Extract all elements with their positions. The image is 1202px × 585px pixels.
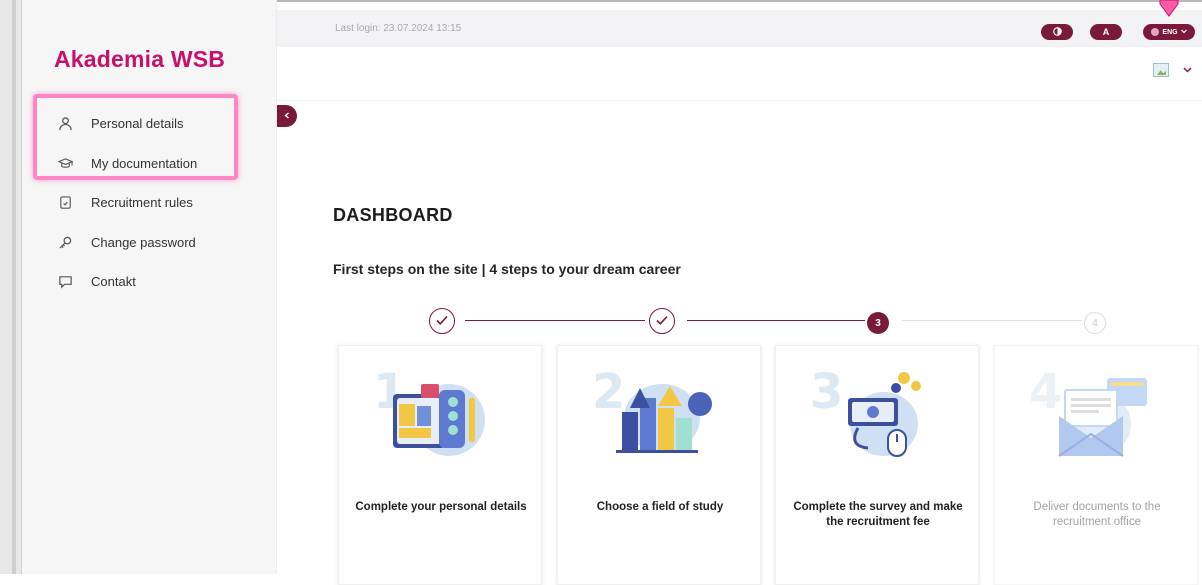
sidebar-item-label: Change password (91, 234, 196, 250)
contrast-icon (1052, 26, 1062, 38)
sidebar-item-recruitment-rules[interactable]: Recruitment rules (22, 183, 277, 223)
chevron-down-icon (1180, 29, 1187, 36)
top-bar: Last login: 23.07.2024 13:15 A ENG (277, 10, 1202, 47)
steps-heading: First steps on the site | 4 steps to you… (333, 261, 681, 277)
font-size-button[interactable]: A (1090, 24, 1122, 40)
chat-bubble-icon (54, 274, 76, 290)
step-1-indicator (429, 308, 455, 334)
step-card-deliver-documents[interactable]: 4 Deliver documents to the recruitment o… (994, 345, 1198, 585)
chevron-down-icon[interactable] (1183, 65, 1192, 76)
document-icon (54, 195, 76, 211)
key-icon (54, 234, 76, 250)
step-2-indicator (649, 308, 675, 334)
stepper-connector (465, 320, 645, 321)
sidebar-item-contakt[interactable]: Contakt (22, 262, 277, 302)
logo[interactable]: Akademia WSB (54, 46, 225, 73)
card-text: Choose a field of study (596, 501, 724, 513)
main-content: DASHBOARD First steps on the site | 4 st… (277, 101, 1202, 585)
language-label: ENG (1162, 28, 1178, 36)
step-card-personal-details[interactable]: 1 Complete your personal details (338, 345, 542, 585)
check-icon (655, 314, 669, 329)
app-window: Akademia WSB Personal details My documen… (0, 0, 1202, 585)
avatar[interactable] (1153, 63, 1169, 77)
stepper-connector (902, 320, 1082, 321)
sidebar: Akademia WSB Personal details My documen… (22, 0, 277, 574)
annotation-highlight-box (33, 94, 238, 180)
window-left-edge (0, 0, 22, 574)
language-selector[interactable]: ENG (1143, 24, 1195, 40)
stepper-connector (687, 320, 865, 321)
sub-header (277, 47, 1202, 101)
sidebar-item-change-password[interactable]: Change password (22, 223, 277, 263)
step-card-survey-and-fee[interactable]: 3 Complete the survey and make the recru… (775, 345, 979, 585)
progress-stepper: 3 4 (277, 306, 1202, 336)
annotation-arrow-marker (1157, 0, 1181, 18)
card-text: Deliver documents to the recruitment off… (1033, 501, 1161, 528)
step-4-indicator: 4 (1084, 312, 1106, 334)
documents-illustration (393, 384, 485, 456)
contrast-toggle-button[interactable] (1041, 24, 1073, 40)
card-text: Complete your personal details (355, 501, 527, 513)
sidebar-item-label: Contakt (91, 274, 136, 290)
step-3-indicator: 3 (867, 312, 889, 334)
card-text: Complete the survey and make the recruit… (793, 501, 963, 528)
growth-chart-illustration (616, 384, 712, 453)
check-icon (435, 314, 449, 329)
last-login-text: Last login: 23.07.2024 13:15 (335, 23, 462, 34)
step-card-field-of-study[interactable]: 2 Choose a field of study (557, 345, 761, 585)
sidebar-item-label: Recruitment rules (91, 195, 193, 211)
payment-illustration (848, 372, 921, 457)
envelope-illustration (1058, 378, 1147, 457)
globe-icon (1151, 28, 1160, 36)
page-title: DASHBOARD (333, 205, 453, 225)
